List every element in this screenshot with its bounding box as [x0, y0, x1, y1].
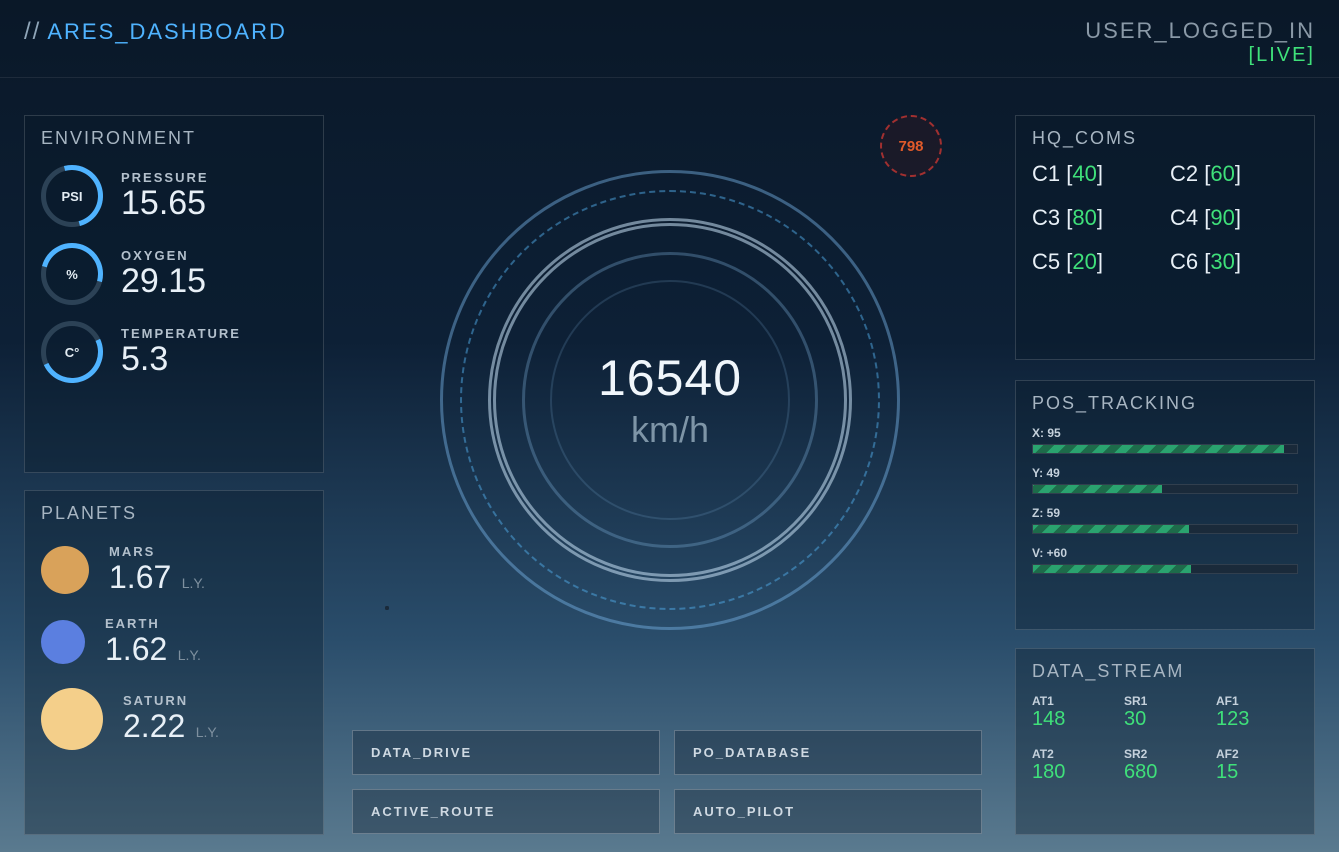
track-row: Y: 49 — [1032, 466, 1298, 494]
hq-coms-panel: HQ_COMS C1 [40] C2 [60] C3 [80] C4 [90] C5 [… — [1015, 115, 1315, 360]
planet-icon — [41, 688, 103, 750]
speed-dial: 16540 km/h — [360, 115, 980, 675]
track-label: X: 95 — [1032, 426, 1298, 440]
stream-item: AT1 148 — [1032, 694, 1114, 731]
planet-value: 2.22 — [123, 708, 185, 744]
po-database-button[interactable]: PO_DATABASE — [674, 730, 982, 775]
alert-badge: 798 — [880, 115, 942, 177]
stream-item: AF2 15 — [1216, 747, 1298, 784]
stream-label: SR1 — [1124, 694, 1206, 708]
data-stream-title: DATA_STREAM — [1032, 661, 1298, 682]
stream-value: 680 — [1124, 761, 1206, 784]
stream-label: AT1 — [1032, 694, 1114, 708]
track-label: Y: 49 — [1032, 466, 1298, 480]
stream-value: 30 — [1124, 708, 1206, 731]
coms-item: C4 [90] — [1170, 205, 1298, 231]
top-slash-icon: // — [24, 18, 41, 46]
track-bar — [1032, 564, 1298, 574]
hq-coms-title: HQ_COMS — [1032, 128, 1298, 149]
alert-badge-value: 798 — [898, 138, 923, 155]
environment-panel: ENVIRONMENT PSI PRESSURE 15.65 % OXYGEN … — [24, 115, 324, 473]
planet-value: 1.62 — [105, 631, 167, 667]
gauge-oxygen: % — [41, 243, 103, 305]
env-value: 15.65 — [121, 185, 209, 222]
stream-item: AF1 123 — [1216, 694, 1298, 731]
data-drive-button[interactable]: DATA_DRIVE — [352, 730, 660, 775]
coms-item: C6 [30] — [1170, 249, 1298, 275]
env-row-pressure: PSI PRESSURE 15.65 — [41, 165, 307, 227]
speed-unit: km/h — [631, 409, 709, 451]
gauge-unit: % — [41, 243, 103, 305]
gauge-temperature: C° — [41, 321, 103, 383]
env-row-oxygen: % OXYGEN 29.15 — [41, 243, 307, 305]
track-row: V: +60 — [1032, 546, 1298, 574]
live-indicator: [LIVE] — [1085, 44, 1315, 67]
coms-item: C2 [60] — [1170, 161, 1298, 187]
env-value: 29.15 — [121, 263, 206, 300]
planet-unit: L.Y. — [178, 647, 201, 663]
speed-value: 16540 — [598, 349, 742, 407]
planet-row-mars: MARS 1.67 L.Y. — [41, 544, 307, 596]
track-bar — [1032, 444, 1298, 454]
coms-item: C5 [20] — [1032, 249, 1160, 275]
planet-row-saturn: SATURN 2.22 L.Y. — [41, 688, 307, 750]
coms-item: C3 [80] — [1032, 205, 1160, 231]
env-label: OXYGEN — [121, 248, 206, 263]
pos-tracking-panel: POS_TRACKING X: 95 Y: 49 Z: 59 V: +60 — [1015, 380, 1315, 630]
auto-pilot-button[interactable]: AUTO_PILOT — [674, 789, 982, 834]
top-bar: // ARES_DASHBOARD USER_LOGGED_IN [LIVE] — [0, 0, 1339, 78]
planet-unit: L.Y. — [182, 575, 205, 591]
stream-value: 15 — [1216, 761, 1298, 784]
environment-title: ENVIRONMENT — [41, 128, 307, 149]
stream-label: AF1 — [1216, 694, 1298, 708]
stream-value: 123 — [1216, 708, 1298, 731]
env-label: TEMPERATURE — [121, 326, 241, 341]
gauge-pressure: PSI — [41, 165, 103, 227]
track-row: X: 95 — [1032, 426, 1298, 454]
planet-value: 1.67 — [109, 559, 171, 595]
planet-name: EARTH — [105, 616, 201, 631]
data-stream-panel: DATA_STREAM AT1 148 SR1 30 AF1 123 AT2 180 S… — [1015, 648, 1315, 835]
stream-value: 148 — [1032, 708, 1114, 731]
action-buttons: DATA_DRIVE PO_DATABASE ACTIVE_ROUTE AUTO… — [352, 730, 982, 834]
user-status: USER_LOGGED_IN — [1085, 18, 1315, 44]
coms-item: C1 [40] — [1032, 161, 1160, 187]
page-title: ARES_DASHBOARD — [47, 19, 287, 45]
track-label: Z: 59 — [1032, 506, 1298, 520]
track-label: V: +60 — [1032, 546, 1298, 560]
active-route-button[interactable]: ACTIVE_ROUTE — [352, 789, 660, 834]
stream-item: SR1 30 — [1124, 694, 1206, 731]
stream-item: SR2 680 — [1124, 747, 1206, 784]
track-row: Z: 59 — [1032, 506, 1298, 534]
planets-panel: PLANETS MARS 1.67 L.Y. EARTH 1.62 L.Y. S… — [24, 490, 324, 835]
planet-name: MARS — [109, 544, 205, 559]
stream-label: AF2 — [1216, 747, 1298, 761]
planet-row-earth: EARTH 1.62 L.Y. — [41, 616, 307, 668]
env-label: PRESSURE — [121, 170, 209, 185]
gauge-unit: PSI — [41, 165, 103, 227]
planet-icon — [41, 620, 85, 664]
stream-value: 180 — [1032, 761, 1114, 784]
stream-label: SR2 — [1124, 747, 1206, 761]
gauge-unit: C° — [41, 321, 103, 383]
planet-unit: L.Y. — [196, 724, 219, 740]
env-value: 5.3 — [121, 341, 241, 378]
planet-name: SATURN — [123, 693, 219, 708]
track-bar — [1032, 484, 1298, 494]
stream-item: AT2 180 — [1032, 747, 1114, 784]
env-row-temperature: C° TEMPERATURE 5.3 — [41, 321, 307, 383]
planet-icon — [41, 546, 89, 594]
planets-title: PLANETS — [41, 503, 307, 524]
stream-label: AT2 — [1032, 747, 1114, 761]
track-bar — [1032, 524, 1298, 534]
pos-tracking-title: POS_TRACKING — [1032, 393, 1298, 414]
